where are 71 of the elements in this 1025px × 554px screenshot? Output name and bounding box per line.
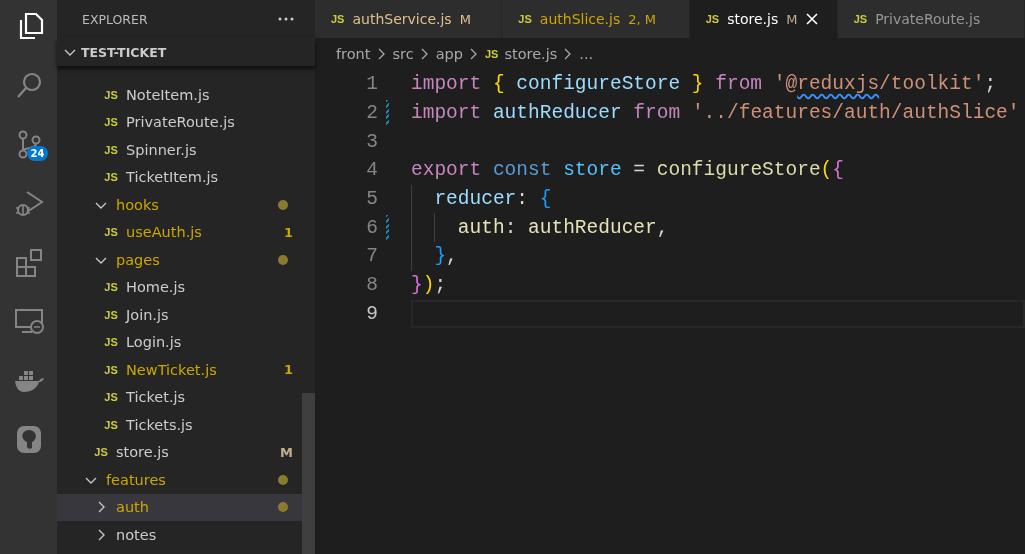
code-line: import { configureStore } from '@reduxjs/toolkit'; <box>411 73 997 96</box>
editor-tab[interactable]: JS authService.js M <box>315 0 503 38</box>
js-file-icon: JS <box>104 88 118 101</box>
file-row[interactable]: JS store.js M <box>57 438 302 466</box>
section-header[interactable]: TEST-TICKET <box>57 38 315 66</box>
js-file-icon: JS <box>104 281 118 294</box>
editor-tab[interactable]: JS store.js M <box>689 0 838 38</box>
js-file-icon: JS <box>104 336 118 349</box>
code-line: }, <box>433 245 458 268</box>
code-line: }); <box>411 274 447 297</box>
status-label: 1 <box>283 362 293 378</box>
code-line: export const store = configureStore({ <box>411 159 844 182</box>
status-label: M <box>280 444 293 460</box>
problem-dot <box>278 474 288 485</box>
chevron-right-icon <box>468 48 479 60</box>
code-line: reducer: { <box>433 188 552 211</box>
line-number: 2 <box>365 102 378 125</box>
breadcrumb-item[interactable]: src <box>392 46 414 62</box>
js-file-icon: JS <box>104 171 118 184</box>
file-row[interactable]: JS Spinner.js <box>57 136 302 164</box>
scrollbar-thumb[interactable] <box>302 393 315 554</box>
line-number: 7 <box>365 245 378 268</box>
more-icon[interactable] <box>277 16 295 22</box>
js-file-icon: JS <box>104 226 118 239</box>
line-number: 1 <box>365 73 378 96</box>
js-file-icon: JS <box>104 308 118 321</box>
file-row[interactable]: JS Login.js <box>57 328 302 356</box>
file-row[interactable]: JS Home.js <box>57 273 302 301</box>
count-badge: 24 <box>26 146 49 161</box>
folder-row[interactable]: auth <box>57 493 302 521</box>
file-row[interactable]: JS Ticket.js <box>57 383 302 411</box>
folder-row[interactable]: features <box>57 466 302 494</box>
code-line: import authReducer from '../features/auth/authSlice' <box>411 102 1020 125</box>
folder-row[interactable]: notes <box>57 521 302 549</box>
line-number: 6 <box>365 216 378 239</box>
breadcrumb-item[interactable]: app <box>435 46 463 62</box>
file-row[interactable]: JS Join.js <box>57 301 302 329</box>
problem-dot <box>278 199 288 210</box>
folder-row[interactable]: hooks <box>57 191 302 219</box>
file-row[interactable]: JS Tickets.js <box>57 411 302 439</box>
code-line: auth: authReducer, <box>456 216 669 239</box>
close-icon[interactable] <box>805 12 820 26</box>
breadcrumb-more[interactable]: ... <box>579 46 594 62</box>
file-row[interactable]: JS PrivateRoute.js <box>57 108 302 136</box>
problem-dot <box>278 254 288 265</box>
editor-tab[interactable]: JS PrivateRoute.js <box>837 0 1025 38</box>
js-file-icon: JS <box>104 116 118 129</box>
chevron-right-icon <box>376 48 387 60</box>
js-file-icon: JS <box>94 446 108 459</box>
problem-dot <box>278 502 288 513</box>
js-file-icon: JS <box>104 143 118 156</box>
sidebar-title: EXPLORER <box>82 11 148 27</box>
line-number: 5 <box>365 188 378 211</box>
js-file-icon: JS <box>104 363 118 376</box>
js-file-icon: JS <box>104 391 118 404</box>
js-file-icon: JS <box>104 418 118 431</box>
folder-row[interactable]: pages <box>57 246 302 274</box>
line-number: 4 <box>365 159 378 182</box>
line-number: 3 <box>365 130 378 153</box>
file-row[interactable]: JS TicketItem.js <box>57 163 302 191</box>
chevron-right-icon <box>419 48 430 60</box>
breadcrumb-item[interactable]: JS store.js <box>484 46 558 62</box>
editor-tab[interactable]: JS authSlice.js 2, M <box>502 0 690 38</box>
breadcrumb-item[interactable]: front <box>336 46 371 62</box>
file-row[interactable]: JS NoteItem.js <box>57 81 302 109</box>
line-number: 8 <box>365 274 378 297</box>
file-row[interactable]: JS NewTicket.js 1 <box>57 356 302 384</box>
line-number: 9 <box>365 302 378 325</box>
file-row[interactable]: JS useAuth.js 1 <box>57 218 302 246</box>
code-editor[interactable]: 1 import { configureStore } from '@reduxjs/toolkit'; 2 import authReducer from '../features/auth/authSlice' 3 4 export const store = configureStore({ 5 reducer: { 6 auth: authReducer, 7 }, 8 }); 9 <box>315 70 1025 329</box>
status-label: 1 <box>283 224 293 240</box>
